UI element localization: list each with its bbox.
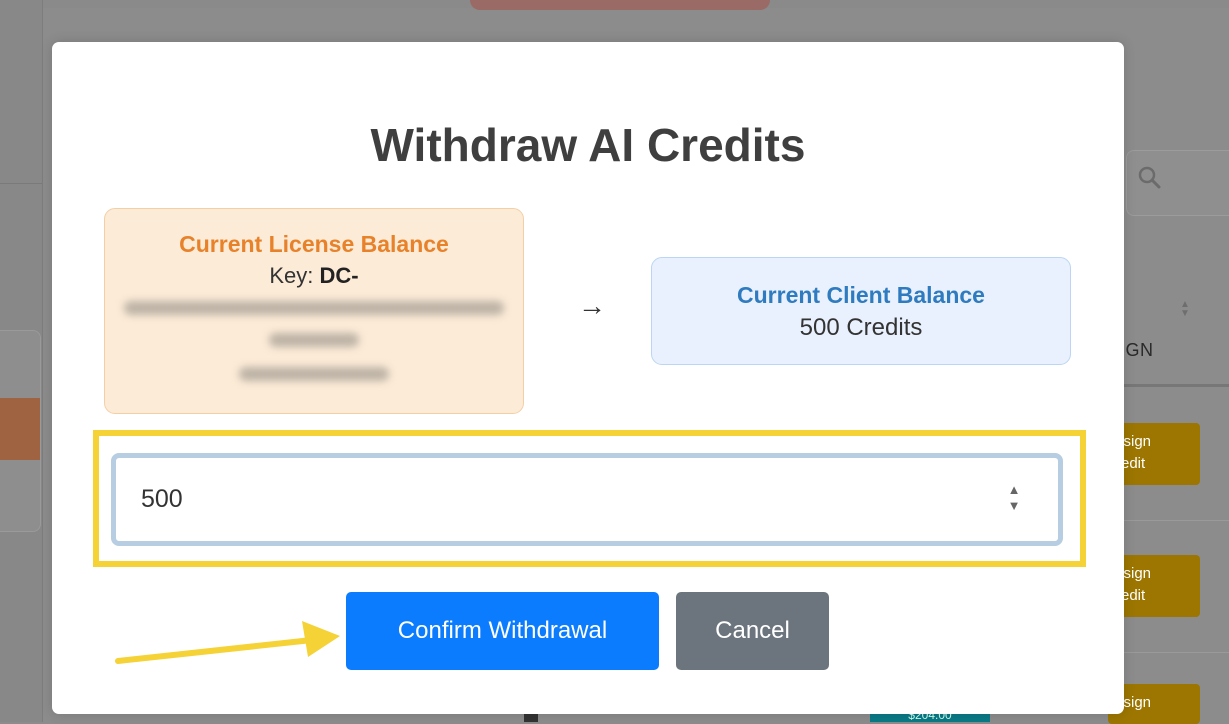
cancel-button[interactable]: Cancel <box>676 592 829 670</box>
license-key-label: Key: <box>269 263 314 288</box>
confirm-withdrawal-button[interactable]: Confirm Withdrawal <box>346 592 659 670</box>
background-divider <box>0 183 42 184</box>
redacted-license-credits <box>239 367 389 381</box>
number-stepper-icon[interactable]: ▲ ▼ <box>1007 482 1021 516</box>
search-icon <box>1138 166 1161 189</box>
background-orange-block <box>0 398 40 460</box>
license-balance-title: Current License Balance <box>179 231 449 257</box>
client-balance-card: Current Client Balance 500 Credits <box>651 257 1071 365</box>
arrow-right-icon: → <box>578 290 606 321</box>
client-balance-title: Current Client Balance <box>737 282 985 308</box>
assign-button-line: redit <box>1116 455 1146 472</box>
license-balance-card: Current License Balance Key: DC- <box>104 208 524 414</box>
modal-title: Withdraw AI Credits <box>370 119 806 171</box>
assign-button-line: redit <box>1116 587 1146 604</box>
sort-icon: ▲ ▼ <box>1180 299 1190 319</box>
redacted-license-key <box>269 333 359 347</box>
redacted-license-key <box>124 301 504 315</box>
license-key: Key: DC- <box>105 263 523 289</box>
background-column-header: IGN <box>1120 340 1154 360</box>
withdraw-modal: Withdraw AI Credits Current License Bala… <box>52 42 1124 714</box>
client-balance-value: 500 Credits <box>799 314 923 341</box>
withdraw-amount-input[interactable] <box>111 453 1063 546</box>
license-key-prefix: DC- <box>319 263 359 288</box>
assign-button-line: ssign <box>1116 433 1152 450</box>
assign-button-line: ssign <box>1116 565 1152 582</box>
background-logo-fragment <box>470 0 770 10</box>
background-header-line <box>1120 384 1229 387</box>
assign-button-line: ssign <box>1116 694 1152 711</box>
